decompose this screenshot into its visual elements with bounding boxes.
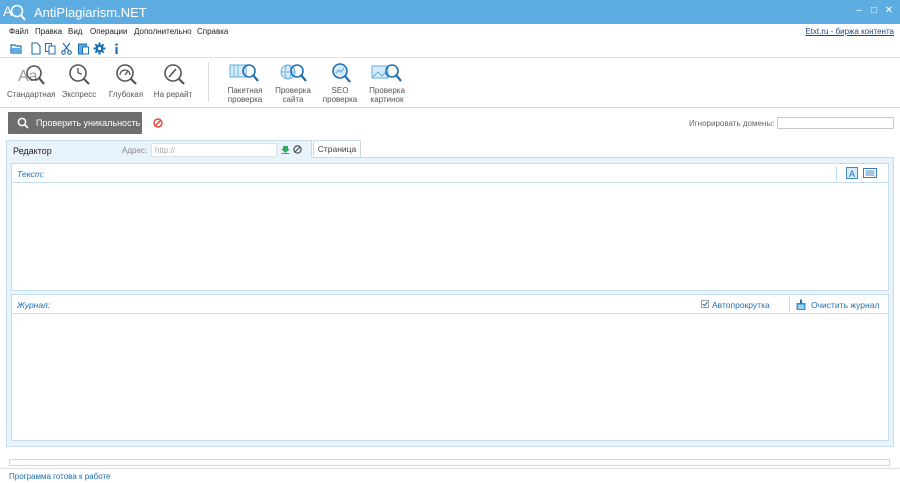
status-text: Программа готова к работе bbox=[9, 472, 111, 481]
menu-edit[interactable]: Правка bbox=[35, 27, 62, 36]
mode-express[interactable]: Экспресс bbox=[60, 62, 98, 99]
image-check-button[interactable]: Проверка картинок bbox=[366, 62, 408, 104]
mode-rewrite-label: На рерайт bbox=[153, 90, 193, 99]
download-icon[interactable] bbox=[281, 145, 290, 154]
text-editor[interactable]: Текст: A bbox=[11, 163, 889, 291]
new-document-icon[interactable] bbox=[29, 42, 42, 55]
text-view-icon[interactable] bbox=[863, 167, 877, 179]
ribbon-separator bbox=[208, 62, 209, 102]
journal-separator bbox=[789, 297, 790, 312]
cut-icon[interactable] bbox=[60, 42, 73, 55]
close-button[interactable]: ✕ bbox=[884, 6, 894, 16]
site-check-button[interactable]: Проверка сайта bbox=[272, 62, 314, 104]
site-check-line2: сайта bbox=[282, 95, 304, 104]
seo-check-line1: SEO bbox=[331, 86, 349, 95]
batch-search-icon bbox=[229, 64, 259, 82]
mode-deep[interactable]: Глубокая bbox=[107, 62, 145, 99]
globe-search-icon bbox=[280, 64, 307, 82]
menu-view[interactable]: Вид bbox=[68, 27, 82, 36]
font-format-icon[interactable]: A bbox=[846, 167, 858, 179]
autoscroll-checkbox-icon[interactable] bbox=[701, 300, 709, 308]
mode-deep-label: Глубокая bbox=[108, 90, 144, 99]
status-bar: Программа готова к работе bbox=[0, 468, 900, 483]
mode-express-label: Экспресс bbox=[61, 90, 97, 99]
paste-icon[interactable] bbox=[77, 42, 90, 55]
menu-file[interactable]: Файл bbox=[9, 27, 29, 36]
address-input[interactable]: http:// bbox=[151, 143, 277, 157]
quick-toolbar bbox=[0, 40, 900, 58]
info-icon[interactable] bbox=[110, 42, 123, 55]
window-title: AntiPlagiarism.NET bbox=[34, 5, 147, 20]
app-logo-icon: A bbox=[3, 3, 26, 21]
pen-search-icon bbox=[164, 64, 185, 85]
check-uniqueness-label: Проверить уникальность bbox=[36, 118, 141, 128]
journal-header: Журнал: Автопрокрутка Очистить журнал bbox=[12, 295, 888, 314]
mode-standard[interactable]: Aa Стандартная bbox=[7, 62, 55, 99]
settings-gear-icon[interactable] bbox=[93, 42, 106, 55]
site-check-line1: Проверка bbox=[275, 86, 311, 95]
image-check-line2: картинок bbox=[370, 95, 404, 104]
menu-help[interactable]: Справка bbox=[197, 27, 228, 36]
batch-check-line1: Пакетная bbox=[227, 86, 263, 95]
mode-standard-label: Стандартная bbox=[7, 90, 56, 99]
svg-text:A: A bbox=[849, 169, 855, 179]
copy-icon[interactable] bbox=[44, 42, 57, 55]
text-header: Текст: A bbox=[12, 164, 888, 183]
mode-rewrite[interactable]: На рерайт bbox=[152, 62, 194, 99]
maximize-button[interactable]: □ bbox=[869, 6, 879, 16]
clear-log-label: Очистить журнал bbox=[811, 300, 880, 310]
menu-extra[interactable]: Дополнительно bbox=[134, 27, 192, 36]
menu-operations[interactable]: Операции bbox=[90, 27, 127, 36]
clock-icon bbox=[69, 64, 90, 85]
aa-search-icon: Aa bbox=[18, 65, 45, 85]
etxt-link[interactable]: Etxt.ru - биржа контента bbox=[805, 27, 894, 36]
ribbon: Aa Стандартная Экспресс Глубокая На рера bbox=[0, 58, 900, 108]
check-uniqueness-button[interactable]: Проверить уникальность bbox=[8, 112, 142, 134]
text-toolbar-separator bbox=[836, 166, 837, 181]
seo-check-line2: проверка bbox=[322, 95, 358, 104]
menu-bar: Файл Правка Вид Операции Дополнительно С… bbox=[0, 24, 900, 40]
ignore-domains-input[interactable] bbox=[777, 117, 894, 129]
tab-page[interactable]: Страница bbox=[313, 140, 361, 157]
open-folder-icon[interactable] bbox=[10, 42, 23, 55]
progress-bar bbox=[9, 459, 890, 466]
clear-log-icon bbox=[796, 299, 806, 310]
search-icon bbox=[17, 117, 29, 129]
stop-icon[interactable] bbox=[153, 118, 163, 128]
tab-editor[interactable]: Редактор Адрес: http:// bbox=[6, 140, 312, 158]
cancel-icon[interactable] bbox=[293, 145, 302, 154]
autoscroll-label: Автопрокрутка bbox=[712, 300, 770, 310]
minimize-button[interactable]: – bbox=[854, 6, 864, 16]
journal-label: Журнал: bbox=[17, 300, 51, 310]
batch-check-line2: проверка bbox=[227, 95, 263, 104]
text-label: Текст: bbox=[17, 169, 45, 179]
image-search-icon bbox=[371, 64, 402, 82]
title-bar: A AntiPlagiarism.NET – □ ✕ bbox=[0, 0, 900, 24]
address-label: Адрес: bbox=[122, 146, 148, 155]
batch-check-button[interactable]: Пакетная проверка bbox=[223, 62, 267, 104]
image-check-line1: Проверка bbox=[369, 86, 405, 95]
seo-check-button[interactable]: SEO проверка bbox=[320, 62, 360, 104]
gauge-icon bbox=[116, 64, 137, 85]
journal-panel: Журнал: Автопрокрутка Очистить журнал bbox=[11, 294, 889, 441]
tab-editor-label: Редактор bbox=[13, 146, 52, 156]
seo-search-icon bbox=[332, 63, 351, 83]
ignore-domains-label: Игнорировать домены: bbox=[689, 119, 775, 128]
